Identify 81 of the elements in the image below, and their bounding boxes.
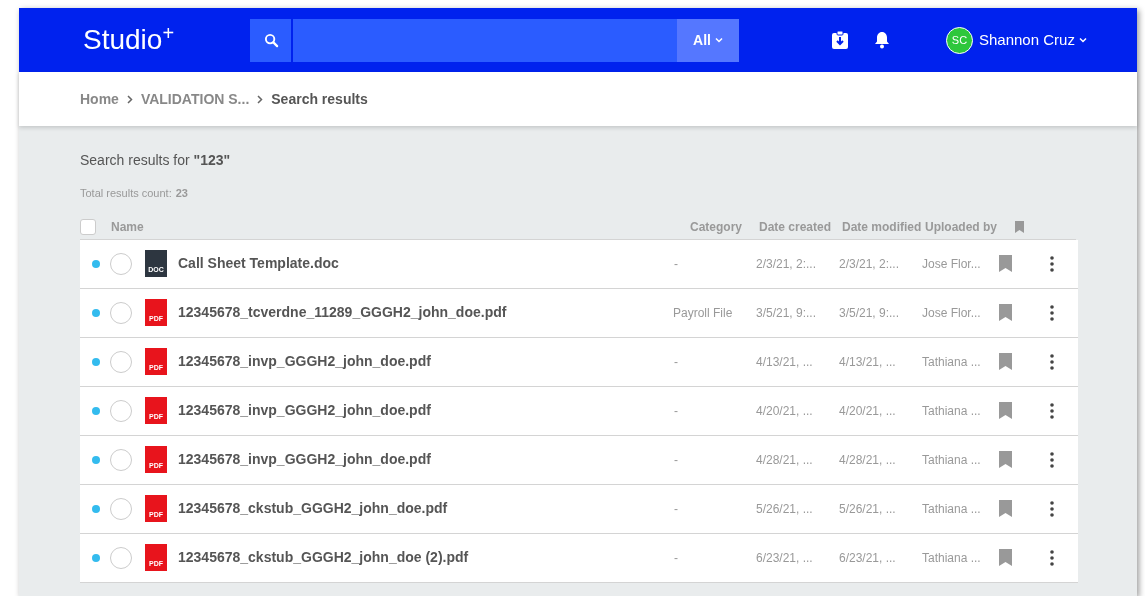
chevron-right-icon (257, 94, 264, 104)
table-cell-text: 2/3/21, 2:... (839, 255, 901, 273)
result-count: 23 (175, 186, 188, 201)
bookmark-icon[interactable] (999, 353, 1012, 370)
more-icon[interactable] (1050, 255, 1054, 272)
table-cell-text: Tathiana ... (922, 549, 982, 567)
table-cell-text: 4/28/21, ... (756, 451, 814, 469)
caret-icon (1078, 37, 1087, 43)
bookmark-icon[interactable] (999, 549, 1012, 566)
file-name[interactable]: 12345678_invp_GGGH2_john_doe.pdf (178, 400, 673, 421)
row-radio[interactable] (110, 252, 132, 275)
table-cell-text: 3/5/21, 9:... (839, 304, 901, 322)
row-radio[interactable] (110, 301, 132, 324)
logo: + (162, 23, 175, 43)
table-cell-text: 6/23/21, ... (756, 549, 814, 567)
column-header[interactable]: Name (111, 218, 673, 236)
row-radio[interactable] (110, 399, 132, 422)
table-cell-text: - (673, 353, 679, 371)
more-icon[interactable] (1050, 304, 1054, 321)
column-header[interactable]: Category (673, 218, 759, 236)
file-name[interactable]: 12345678_invp_GGGH2_john_doe.pdf (178, 449, 673, 470)
table-cell-text: Payroll File (673, 304, 734, 322)
clipboard-download-icon[interactable] (831, 30, 849, 50)
table-cell-text: 5/26/21, ... (756, 500, 814, 518)
file-name[interactable]: Call Sheet Template.doc (178, 253, 673, 274)
table-cell-text: Tathiana ... (922, 451, 982, 469)
breadcrumb-link[interactable]: VALIDATION S... (140, 88, 250, 110)
column-header[interactable]: Date created (759, 218, 842, 236)
bookmark-icon[interactable] (999, 402, 1012, 419)
table-cell-text: 4/13/21, ... (756, 353, 814, 371)
table-cell-text: Tathiana ... (922, 353, 982, 371)
row-radio[interactable] (110, 546, 132, 569)
row-radio[interactable] (110, 350, 132, 373)
table-cell-text: 3/5/21, 9:... (756, 304, 818, 322)
bookmark-icon[interactable] (1015, 221, 1024, 233)
more-icon[interactable] (1050, 353, 1054, 370)
breadcrumb-link[interactable]: Home (80, 88, 119, 110)
bookmark-icon[interactable] (999, 451, 1012, 468)
table-cell-text: - (673, 451, 679, 469)
logo: Studio (83, 26, 163, 54)
table-cell-text: - (673, 402, 679, 420)
table-cell-text: Tathiana ... (922, 500, 982, 518)
row-radio[interactable] (110, 448, 132, 471)
bookmark-icon[interactable] (999, 500, 1012, 517)
scope-dropdown[interactable]: All (677, 18, 739, 62)
bookmark-icon[interactable] (999, 255, 1012, 272)
current-page: Search results (271, 89, 368, 109)
more-icon[interactable] (1050, 402, 1054, 419)
file-name[interactable]: 12345678_ckstub_GGGH2_john_doe (2).pdf (178, 547, 673, 568)
table-cell-text: 4/20/21, ... (756, 402, 814, 420)
column-header[interactable]: Date modified (842, 218, 925, 236)
table-cell-text: Tathiana ... (922, 402, 982, 420)
table-cell-text: 4/20/21, ... (839, 402, 897, 420)
caret-icon (714, 37, 723, 43)
chevron-right-icon (126, 94, 133, 104)
more-icon[interactable] (1050, 549, 1054, 566)
table-cell-text: Jose Flor... (922, 255, 982, 273)
bookmark-icon[interactable] (999, 304, 1012, 321)
more-icon[interactable] (1050, 451, 1054, 468)
select-all-checkbox[interactable] (80, 219, 96, 235)
table-cell-text: 6/23/21, ... (839, 549, 897, 567)
bell-icon[interactable] (874, 31, 890, 49)
table-cell-text: - (673, 500, 679, 518)
user-menu[interactable]: Shannon Cruz (979, 28, 1087, 52)
more-icon[interactable] (1050, 500, 1054, 517)
table-cell-text: Jose Flor... (922, 304, 982, 322)
table-cell-text: - (673, 549, 679, 567)
results-heading: Search results for "123" (80, 151, 232, 170)
search-icon (264, 32, 279, 48)
table-cell-text: 5/26/21, ... (839, 500, 897, 518)
file-name[interactable]: 12345678_tcverdne_11289_GGGH2_john_doe.pdf (178, 302, 673, 323)
file-name[interactable]: 12345678_ckstub_GGGH2_john_doe.pdf (178, 498, 673, 519)
row-radio[interactable] (110, 497, 132, 520)
table-cell-text: 4/13/21, ... (839, 353, 897, 371)
table-cell-text: 2/3/21, 2:... (756, 255, 818, 273)
table-cell-text: - (673, 255, 679, 273)
table-cell-text: 4/28/21, ... (839, 451, 897, 469)
column-header[interactable]: Uploaded by (925, 218, 1009, 236)
file-name[interactable]: 12345678_invp_GGGH2_john_doe.pdf (178, 351, 673, 372)
avatar[interactable]: SC (946, 26, 973, 54)
count-label: Total results count: (80, 186, 172, 201)
